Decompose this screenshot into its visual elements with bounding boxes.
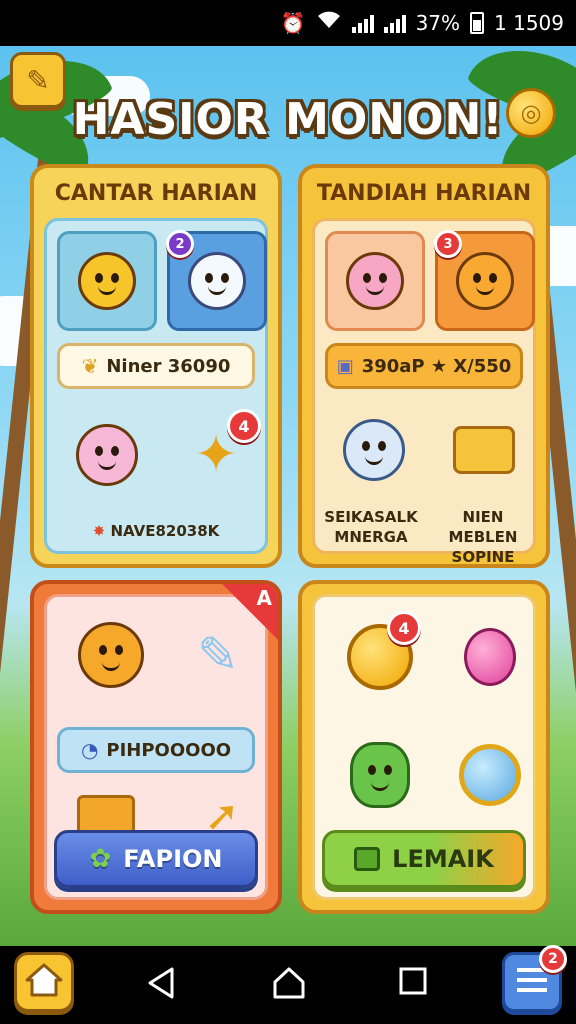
challenge-item-pink[interactable] — [67, 415, 147, 495]
challenge-progress-label: Niner 36090 — [106, 355, 231, 377]
coin-icon: ◎ — [520, 99, 542, 127]
gem-icon: ▣ — [336, 355, 354, 377]
balloon-icon — [464, 628, 516, 686]
tag-icon: ✎ — [26, 63, 50, 97]
fashion-corner-badge: A — [218, 584, 278, 644]
leaf-icon: ❦ — [81, 354, 99, 378]
shop-button-label: LEMAIK — [392, 845, 494, 873]
chat-icon: ◔ — [80, 738, 99, 762]
home-button[interactable] — [14, 952, 74, 1012]
gem-icon: ✿ — [89, 844, 112, 874]
flame-icon: ✸ — [92, 522, 106, 540]
corner-badge-label: A — [256, 586, 272, 610]
home-system-button[interactable] — [272, 966, 306, 1004]
daily-reward-content: 3 ▣ 390aP ★ X/550 SEIKASALK MNERGA NIEN … — [312, 218, 536, 564]
fashion-panel: ✎ ◔ PIHPOOOOO ➚ A ✿ FAPION — [30, 580, 282, 914]
fashion-button-label: FAPION — [123, 845, 223, 873]
shop-item-dino[interactable] — [335, 727, 425, 823]
fashion-button[interactable]: ✿ FAPION — [54, 830, 258, 888]
signal-icon — [351, 13, 374, 33]
challenge-item-fan[interactable]: ✦ 4 — [173, 409, 261, 495]
panel-title: CANTAR HARIAN — [54, 180, 258, 206]
chest-icon — [77, 795, 135, 835]
recents-button[interactable] — [398, 966, 428, 1000]
mirror-icon — [459, 744, 521, 806]
challenge-progress-pill: ❦ Niner 36090 — [57, 343, 255, 389]
shop-button[interactable]: LEMAIK — [322, 830, 526, 888]
house-icon — [24, 962, 64, 1002]
tag-button[interactable]: ✎ — [10, 52, 66, 108]
challenge-tile-ghost[interactable]: 2 — [166, 230, 267, 331]
pink-creature-icon — [346, 252, 404, 310]
status-bar: ⏰ 37% 1 1509 — [0, 0, 576, 46]
reward-progress-label: 390aP ★ X/550 — [361, 355, 512, 377]
reward-item-scroll[interactable] — [439, 407, 529, 493]
dino-creature-icon — [350, 742, 410, 808]
coin-button[interactable]: ◎ — [506, 88, 556, 138]
orange-creature-icon — [456, 252, 514, 310]
shop-item-medal[interactable]: 4 — [335, 609, 425, 705]
game-scene: ✎ HASIOR MONON! ◎ CANTAR HARIAN 2 ❦ Nine… — [0, 46, 576, 946]
medal-badge: 4 — [387, 611, 421, 645]
reward-item-spirit[interactable] — [329, 407, 419, 493]
tile-badge: 2 — [166, 230, 194, 258]
ghost-creature-icon — [188, 252, 246, 310]
reward-tile-orange[interactable]: 3 — [434, 230, 535, 331]
signal-icon-2 — [383, 13, 406, 33]
alarm-icon: ⏰ — [280, 10, 306, 35]
shop-panel: 4 LEMAIK — [298, 580, 550, 914]
menu-button[interactable]: 2 — [502, 945, 567, 1012]
pink-creature-icon — [76, 424, 138, 486]
shop-item-balloon[interactable] — [445, 609, 535, 705]
scroll-icon — [453, 426, 515, 474]
reward-tile-pink[interactable] — [325, 231, 425, 331]
reward-progress-pill: ▣ 390aP ★ X/550 — [325, 343, 523, 389]
wifi-icon — [316, 10, 342, 35]
sun-creature-icon — [78, 252, 136, 310]
item-badge: 4 — [227, 409, 261, 443]
bottom-navbar: 2 — [0, 945, 576, 1024]
menu-badge: 2 — [539, 945, 567, 973]
daily-challenge-content: 2 ❦ Niner 36090 ✦ 4 ✸ NAVE82038K — [44, 218, 268, 554]
tile-badge: 3 — [434, 230, 462, 258]
challenge-footer: ✸ NAVE82038K — [47, 521, 265, 541]
challenge-tile-sun[interactable] — [57, 231, 157, 331]
page-title: HASIOR MONON! — [72, 94, 504, 145]
fashion-pill: ◔ PIHPOOOOO — [57, 727, 255, 773]
bag-icon — [354, 847, 381, 871]
challenge-footer-label: NAVE82038K — [110, 522, 220, 540]
battery-percent: 37% — [415, 10, 461, 35]
clock: 1 1509 — [494, 10, 564, 35]
daily-challenge-panel: CANTAR HARIAN 2 ❦ Niner 36090 ✦ 4 ✸ NAVE… — [30, 164, 282, 568]
back-button[interactable] — [146, 966, 176, 1004]
panel-title: TANDIAH HARIAN — [316, 180, 532, 206]
daily-reward-panel: TANDIAH HARIAN 3 ▣ 390aP ★ X/550 SEIKASA… — [298, 164, 550, 568]
spirit-creature-icon — [343, 419, 405, 481]
sun-creature-icon — [78, 622, 144, 688]
fashion-pill-label: PIHPOOOOO — [106, 739, 232, 761]
shop-item-mirror[interactable] — [445, 727, 535, 823]
reward-left-caption: SEIKASALK MNERGA — [324, 508, 418, 546]
fashion-item-sun[interactable] — [61, 609, 161, 701]
battery-icon — [470, 11, 485, 34]
reward-right-caption: NIEN MEBLEN SOPINE — [448, 508, 518, 566]
